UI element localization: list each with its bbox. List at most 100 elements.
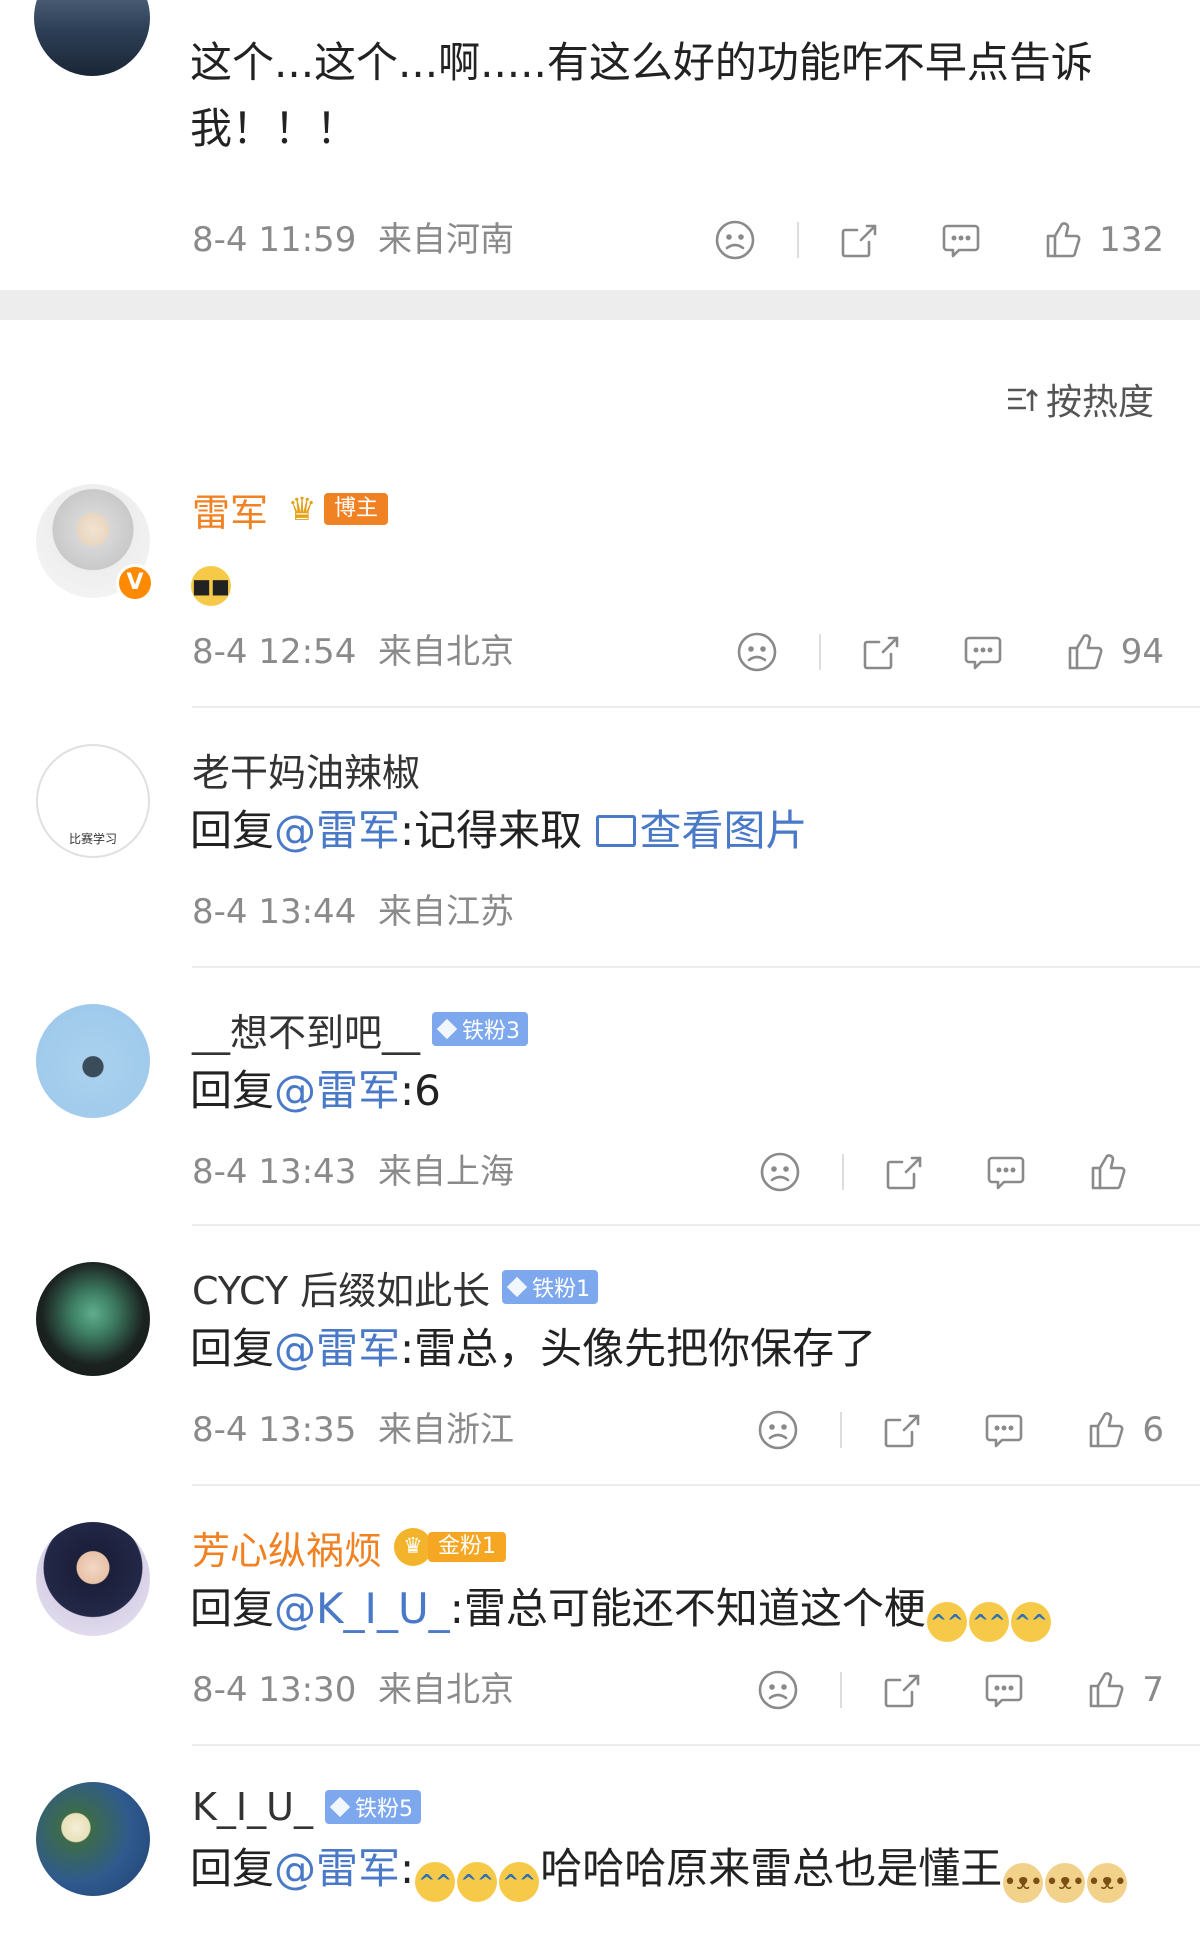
doge-emoji-icon: •ᴥ•	[1045, 1863, 1086, 1903]
comment-meta: 8-4 13:44 来自江苏	[0, 882, 1200, 942]
doge-emoji-icon: •ᴥ•	[1087, 1863, 1128, 1903]
fan-badge: 铁粉1	[502, 1270, 599, 1304]
comment-meta: 8-4 11:59 来自河南 132	[0, 210, 1200, 270]
thumbs-up-icon[interactable]	[1063, 630, 1107, 674]
sad-face-icon[interactable]	[713, 218, 757, 262]
avatar[interactable]	[36, 1262, 150, 1376]
divider	[192, 966, 1200, 968]
comment-text: 这个...这个...啊.....有这么好的功能咋不早点告诉我！！！	[190, 38, 1093, 153]
divider	[192, 1224, 1200, 1226]
section-divider	[0, 290, 1200, 320]
comment-meta: 8-4 12:54 来自北京 94	[0, 622, 1200, 682]
diamond-icon	[329, 1796, 351, 1818]
laugh-cry-emoji-icon: ^^	[499, 1862, 540, 1902]
comment-text: ■■	[190, 540, 1170, 606]
fan-badge: ♛ 金粉1	[394, 1528, 507, 1566]
comment-text: 回复@雷军:记得来取 查看图片	[190, 806, 808, 855]
sad-face-icon[interactable]	[758, 1150, 802, 1194]
avatar[interactable]: 比赛学习	[36, 744, 150, 858]
image-icon	[595, 815, 636, 847]
crown-icon: ♛	[287, 490, 317, 528]
comment-time: 8-4 12:54 来自北京	[192, 632, 514, 672]
comment-actions: 6	[756, 1400, 1164, 1460]
comment-icon[interactable]	[961, 630, 1005, 674]
top-comment: 这个...这个...啊.....有这么好的功能咋不早点告诉我！！！ 8-4 11…	[0, 0, 1200, 290]
avatar-caption: 比赛学习	[68, 832, 117, 846]
like-count: 6	[1142, 1410, 1164, 1450]
thumbs-up-icon[interactable]	[1084, 1408, 1128, 1452]
user-name[interactable]: 芳心纵祸烦	[192, 1520, 382, 1575]
avatar[interactable]	[36, 1004, 150, 1118]
host-badge: ♛ 博主	[280, 490, 389, 528]
sad-face-icon[interactable]	[756, 1668, 800, 1712]
mention-link[interactable]: @雷军	[274, 806, 400, 855]
divider	[192, 1484, 1200, 1486]
avatar[interactable]	[36, 1782, 150, 1896]
divider	[840, 1412, 843, 1448]
mention-link[interactable]: @雷军	[274, 1844, 400, 1893]
comment-text: 回复@雷军: ^^ ^^ ^^ 哈哈哈原来雷总也是懂王•ᴥ• •ᴥ• •ᴥ•	[190, 1836, 1170, 1903]
user-name[interactable]: K_I_U_	[192, 1785, 313, 1829]
verified-badge: V	[116, 564, 154, 602]
diamond-icon	[506, 1276, 528, 1298]
fan-badge: 铁粉5	[324, 1790, 421, 1824]
sort-label: 按热度	[1045, 382, 1154, 423]
comment-actions	[758, 1142, 1164, 1202]
mention-link[interactable]: @K_I_U_	[274, 1584, 450, 1633]
mention-link[interactable]: @雷军	[274, 1324, 400, 1373]
user-name[interactable]: CYCY 后缀如此长	[192, 1260, 490, 1315]
share-icon[interactable]	[837, 218, 881, 262]
divider	[818, 634, 821, 670]
comment-time: 8-4 13:35 来自浙江	[192, 1410, 514, 1450]
diamond-icon	[436, 1018, 458, 1040]
comment-actions: 132	[713, 210, 1164, 270]
comment-time: 8-4 13:44 来自江苏	[192, 892, 514, 932]
mention-link[interactable]: @雷军	[274, 1066, 400, 1115]
laugh-cry-emoji-icon: ^^	[968, 1602, 1009, 1642]
share-icon[interactable]	[880, 1668, 924, 1712]
thumbs-up-icon[interactable]	[1041, 218, 1085, 262]
like-count: 94	[1120, 632, 1164, 672]
crown-icon: ♛	[394, 1528, 433, 1566]
sad-face-icon[interactable]	[735, 630, 779, 674]
comment-actions: 94	[735, 622, 1164, 682]
divider	[192, 706, 1200, 708]
cool-emoji-icon: ■■	[191, 566, 231, 606]
comment-time: 8-4 13:30 来自北京	[192, 1670, 514, 1710]
comment-text: 回复@K_I_U_:雷总可能还不知道这个梗 ^^ ^^ ^^	[190, 1576, 1170, 1642]
thumbs-up-icon[interactable]	[1084, 1668, 1128, 1712]
comment-text: 回复@雷军:雷总，头像先把你保存了	[190, 1324, 877, 1373]
avatar[interactable]	[34, 0, 150, 76]
comment-meta: 8-4 13:30 来自北京 7	[0, 1660, 1200, 1720]
comment-icon[interactable]	[939, 218, 983, 262]
like-count: 132	[1099, 220, 1164, 260]
view-image-link[interactable]: 查看图片	[595, 806, 808, 855]
sad-face-icon[interactable]	[756, 1408, 800, 1452]
user-name[interactable]: 老干妈油辣椒	[192, 742, 420, 797]
share-icon[interactable]	[859, 630, 903, 674]
comment-icon[interactable]	[984, 1150, 1028, 1194]
share-icon[interactable]	[880, 1408, 924, 1452]
thumbs-up-icon[interactable]	[1086, 1150, 1130, 1194]
comment-icon[interactable]	[982, 1668, 1026, 1712]
user-name[interactable]: __想不到吧__	[192, 1002, 420, 1057]
laugh-cry-emoji-icon: ^^	[457, 1862, 498, 1902]
laugh-cry-emoji-icon: ^^	[1010, 1602, 1051, 1642]
laugh-cry-emoji-icon: ^^	[415, 1862, 456, 1902]
comment-actions: 7	[756, 1660, 1164, 1720]
avatar[interactable]	[36, 1522, 150, 1636]
fan-badge: 铁粉3	[432, 1012, 529, 1046]
sort-button[interactable]: 按热度	[1004, 374, 1154, 424]
sort-icon	[1007, 388, 1038, 411]
like-count: 7	[1142, 1670, 1164, 1710]
comment-meta: 8-4 13:35 来自浙江 6	[0, 1400, 1200, 1460]
comment-text: 回复@雷军:6	[190, 1066, 441, 1115]
comment-time: 8-4 11:59 来自河南	[192, 220, 514, 260]
divider	[840, 1672, 843, 1708]
comment-icon[interactable]	[982, 1408, 1026, 1452]
user-name[interactable]: 雷军	[192, 482, 268, 537]
share-icon[interactable]	[882, 1150, 926, 1194]
laugh-cry-emoji-icon: ^^	[926, 1602, 967, 1642]
doge-emoji-icon: •ᴥ•	[1003, 1863, 1044, 1903]
divider	[842, 1154, 844, 1190]
